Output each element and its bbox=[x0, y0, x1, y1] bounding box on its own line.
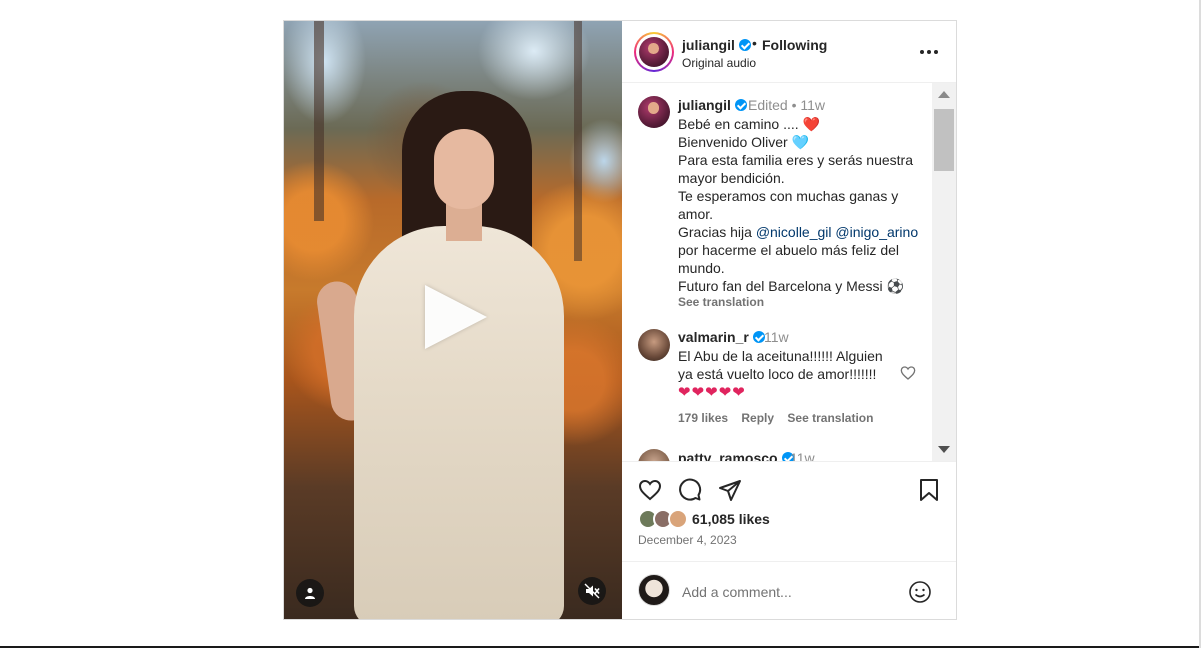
scroll-thumb[interactable] bbox=[934, 109, 954, 171]
emoji-icon[interactable] bbox=[908, 580, 932, 604]
video-tree-trunk bbox=[574, 21, 582, 261]
caption-line: Bienvenido Oliver 🩵 bbox=[678, 134, 810, 150]
video-player[interactable] bbox=[284, 21, 622, 619]
comment-hearts: ❤❤❤❤❤ bbox=[678, 384, 746, 401]
commenter-username[interactable]: patty_ramosco bbox=[678, 450, 794, 461]
post-date[interactable]: December 4, 2023 bbox=[638, 533, 737, 547]
play-icon[interactable] bbox=[425, 285, 487, 349]
commenter-username-text[interactable]: valmarin_r bbox=[678, 329, 749, 345]
mute-icon bbox=[584, 583, 600, 599]
comment-icon[interactable] bbox=[678, 478, 702, 502]
caption-line: Bebé en camino .... ❤️ bbox=[678, 116, 820, 132]
author-avatar-image bbox=[639, 37, 669, 67]
add-comment-bar bbox=[622, 561, 956, 619]
caption-line: Para esta familia eres y serás nuestra bbox=[678, 152, 913, 168]
see-translation-link[interactable]: See translation bbox=[678, 295, 764, 309]
video-subject-face bbox=[434, 129, 494, 209]
comment-time[interactable]: 11w bbox=[764, 329, 789, 345]
caption-username-text[interactable]: juliangil bbox=[678, 97, 731, 113]
tag-user-button[interactable] bbox=[296, 579, 324, 607]
caption-username[interactable]: juliangil bbox=[678, 97, 747, 113]
post-actions: 61,085 likes December 4, 2023 bbox=[622, 461, 956, 561]
commenter-username[interactable]: valmarin_r bbox=[678, 329, 765, 345]
comment-input[interactable] bbox=[680, 580, 904, 604]
author-avatar[interactable] bbox=[634, 32, 674, 72]
more-icon[interactable] bbox=[920, 50, 938, 54]
scroll-up-arrow-icon[interactable] bbox=[938, 91, 950, 98]
caption-line: Te esperamos con muchas ganas y bbox=[678, 188, 899, 204]
header-separator: • bbox=[752, 35, 757, 51]
comments-list: juliangil Edited • 11w Bebé en camino ..… bbox=[622, 83, 932, 461]
caption-author-avatar[interactable] bbox=[638, 96, 670, 128]
mention-link[interactable]: @inigo_arino bbox=[835, 224, 918, 240]
share-icon[interactable] bbox=[718, 478, 742, 502]
commenter-avatar[interactable] bbox=[638, 329, 670, 361]
comment-text: El Abu de la aceituna!!!!!! Alguien ya e… bbox=[678, 348, 883, 382]
comment-heart-icon[interactable] bbox=[900, 365, 916, 381]
caption-line: por hacerme el abuelo más feliz del bbox=[678, 242, 900, 258]
commenter-username-text[interactable]: patty_ramosco bbox=[678, 450, 778, 461]
bookmark-icon[interactable] bbox=[918, 478, 940, 502]
post-card: juliangil • Following Original audio jul… bbox=[283, 20, 957, 620]
audio-link[interactable]: Original audio bbox=[682, 56, 756, 70]
caption-meta: Edited • 11w bbox=[748, 97, 826, 113]
comment-time[interactable]: 11w bbox=[790, 450, 815, 461]
likes-count[interactable]: 61,085 likes bbox=[692, 511, 770, 527]
post-side-panel: juliangil • Following Original audio jul… bbox=[622, 21, 956, 619]
author-username[interactable]: juliangil bbox=[682, 37, 751, 53]
verified-icon bbox=[734, 99, 747, 111]
author-username-text[interactable]: juliangil bbox=[682, 37, 735, 53]
comment-see-translation[interactable]: See translation bbox=[787, 411, 873, 425]
comments-scrollbar[interactable] bbox=[932, 83, 956, 461]
caption-line: mundo. bbox=[678, 260, 725, 276]
caption-line: amor. bbox=[678, 206, 714, 222]
commenter-avatar[interactable] bbox=[638, 449, 670, 461]
post-header: juliangil • Following Original audio bbox=[622, 21, 956, 83]
comment-likes[interactable]: 179 likes bbox=[678, 411, 728, 425]
following-button[interactable]: Following bbox=[762, 37, 827, 53]
mention-link[interactable]: @nicolle_gil bbox=[756, 224, 832, 240]
caption-line: Futuro fan del Barcelona y Messi ⚽ bbox=[678, 278, 904, 294]
caption-line: Gracias hija @nicolle_gil @inigo_arino bbox=[678, 224, 919, 240]
video-tree-trunk bbox=[314, 21, 324, 221]
current-user-avatar bbox=[638, 574, 670, 606]
caption-line: mayor bendición. bbox=[678, 170, 785, 186]
heart-emoji: ❤️ bbox=[802, 116, 820, 132]
tag-user-icon bbox=[305, 587, 315, 599]
scroll-down-arrow-icon[interactable] bbox=[938, 446, 950, 453]
caption-text: Bebé en camino .... ❤️ Bienvenido Oliver… bbox=[678, 115, 918, 295]
heart-icon[interactable] bbox=[638, 478, 662, 502]
mute-button[interactable] bbox=[578, 577, 606, 605]
verified-icon bbox=[738, 39, 751, 51]
liker-avatar bbox=[668, 509, 688, 529]
reply-button[interactable]: Reply bbox=[741, 411, 774, 425]
comment-actions: 179 likes Reply See translation bbox=[678, 411, 883, 425]
